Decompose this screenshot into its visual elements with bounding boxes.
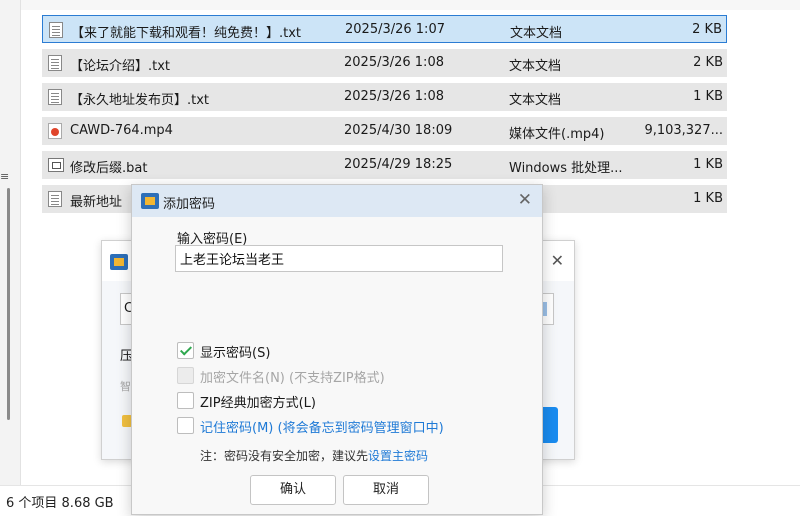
zip-classic-checkbox[interactable]: [177, 392, 194, 409]
file-date: 2025/3/26 1:07: [345, 22, 445, 37]
file-name: 最新地址: [70, 195, 123, 210]
file-name: 【来了就能下载和观看！纯免费！】.txt: [71, 26, 302, 41]
file-name: CAWD-764.mp4: [70, 123, 173, 138]
file-name: 【永久地址发布页】.txt: [70, 93, 210, 108]
file-date: 2025/3/26 1:08: [344, 89, 444, 104]
bat-file-icon: [48, 158, 64, 172]
cancel-button[interactable]: 取消: [343, 475, 429, 505]
file-size: 1 KB: [693, 89, 723, 104]
header-strip: [20, 0, 800, 10]
file-type: Windows 批处理...: [509, 161, 623, 176]
password-input[interactable]: [175, 245, 503, 272]
file-size: 1 KB: [693, 157, 723, 172]
add-password-dialog: 添加密码 ✕ 输入密码(E) 显示密码(S) 加密文件名(N) (不支持ZIP格…: [131, 184, 543, 515]
close-icon[interactable]: ✕: [518, 190, 532, 210]
set-master-password-link[interactable]: 设置主密码: [368, 449, 428, 463]
file-size: 9,103,327...: [644, 123, 723, 138]
file-size: 1 KB: [693, 191, 723, 206]
dialog-titlebar: 添加密码 ✕: [132, 185, 542, 217]
archiver-logo-icon: [110, 254, 128, 270]
file-size: 2 KB: [692, 22, 722, 37]
file-date: 2025/4/30 18:09: [344, 123, 453, 138]
txt-file-icon: [48, 89, 62, 105]
nav-marker: ≡: [0, 170, 10, 183]
file-row[interactable]: 【论坛介绍】.txt 2025/3/26 1:08 文本文档 2 KB: [42, 49, 727, 77]
file-size: 2 KB: [693, 55, 723, 70]
close-icon[interactable]: ✕: [551, 251, 564, 270]
txt-file-icon: [48, 55, 62, 71]
security-note-text: 注：密码没有安全加密，建议先: [200, 449, 369, 463]
file-name: 【论坛介绍】.txt: [70, 59, 171, 74]
confirm-button[interactable]: 确认: [250, 475, 336, 505]
smart-label: 智: [120, 380, 131, 393]
file-date: 2025/4/29 18:25: [344, 157, 453, 172]
zip-classic-label: ZIP经典加密方式(L): [200, 396, 316, 411]
mp4-file-icon: [48, 123, 62, 139]
file-row[interactable]: 【永久地址发布页】.txt 2025/3/26 1:08 文本文档 1 KB: [42, 83, 727, 111]
show-password-label: 显示密码(S): [200, 346, 271, 361]
file-name: 修改后缀.bat: [70, 161, 148, 176]
file-type: 文本文档: [509, 93, 562, 108]
navigation-pane-edge: ≡: [0, 0, 21, 485]
show-password-checkbox[interactable]: [177, 342, 194, 359]
status-text: 6 个项目 8.68 GB: [6, 496, 114, 511]
file-row[interactable]: 修改后缀.bat 2025/4/29 18:25 Windows 批处理... …: [42, 151, 727, 179]
file-type: 媒体文件(.mp4): [509, 127, 605, 142]
nav-scrollbar[interactable]: [7, 188, 10, 420]
encrypt-filenames-checkbox: [177, 367, 194, 384]
dialog-title: 添加密码: [163, 197, 216, 212]
remember-password-checkbox[interactable]: [177, 417, 194, 434]
security-note: 注：密码没有安全加密，建议先设置主密码: [200, 447, 428, 464]
txt-file-icon: [48, 191, 62, 207]
txt-file-icon: [49, 22, 63, 38]
file-date: 2025/3/26 1:08: [344, 55, 444, 70]
file-type: 文本文档: [510, 26, 563, 41]
remember-password-label[interactable]: 记住密码(M) (将会备忘到密码管理窗口中): [200, 417, 444, 436]
archiver-logo-icon: [141, 193, 159, 209]
file-row[interactable]: 【来了就能下载和观看！纯免费！】.txt 2025/3/26 1:07 文本文档…: [42, 15, 727, 43]
file-row[interactable]: CAWD-764.mp4 2025/4/30 18:09 媒体文件(.mp4) …: [42, 117, 727, 145]
encrypt-filenames-label: 加密文件名(N) (不支持ZIP格式): [200, 371, 385, 386]
file-type: 文本文档: [509, 59, 562, 74]
